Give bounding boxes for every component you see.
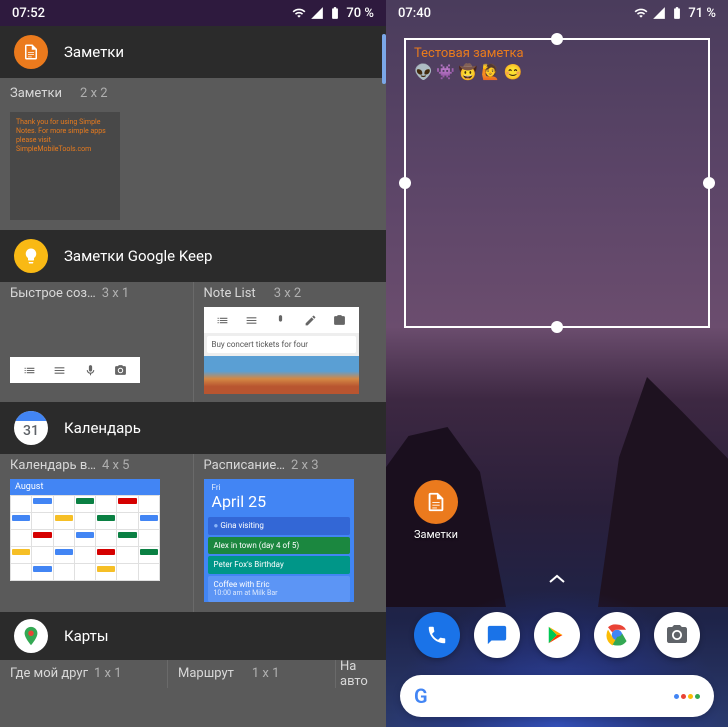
notes-app-icon	[414, 480, 458, 524]
maps-app-icon	[14, 619, 48, 653]
widget-name: Заметки	[10, 86, 62, 101]
phone-app-icon[interactable]	[414, 612, 460, 658]
keep-app-icon	[14, 239, 48, 273]
mic-icon	[84, 364, 97, 377]
widget-size: 1 x 1	[252, 666, 280, 681]
widget-size: 4 x 5	[102, 458, 130, 473]
widget-name: Note List	[204, 286, 256, 301]
widget-name: Маршрут	[178, 666, 234, 681]
signal-icon	[310, 6, 324, 20]
resize-handle-left[interactable]	[399, 177, 411, 189]
resize-handle-right[interactable]	[703, 177, 715, 189]
calendar-month-preview: August	[10, 479, 160, 581]
wifi-icon	[292, 6, 306, 20]
section-header-calendar: 31 Календарь	[0, 402, 386, 454]
widget-size: 1 x 1	[94, 666, 122, 681]
widget-item-notes[interactable]: Заметки 2 x 2	[0, 78, 386, 108]
app-label: Заметки	[414, 528, 458, 541]
status-icons: 71 %	[634, 6, 716, 21]
widget-item-maps-route[interactable]: Маршрут 1 x 1	[168, 660, 335, 688]
agenda-event: Peter Fox's Birthday	[208, 556, 350, 574]
camera-icon	[333, 314, 346, 327]
status-time: 07:40	[398, 6, 431, 21]
widget-item-calendar-view[interactable]: Календарь в… 4 x 5 August	[0, 454, 193, 612]
messages-app-icon[interactable]	[474, 612, 520, 658]
section-header-maps: Карты	[0, 612, 386, 660]
widget-item-keep-list[interactable]: Note List 3 x 2 Buy concert tickets for …	[194, 282, 387, 402]
battery-percent: 70 %	[346, 6, 374, 21]
app-drawer-arrow-icon[interactable]	[549, 572, 565, 588]
widget-name: Где мой друг	[10, 666, 88, 681]
widget-item-maps-friend[interactable]: Где мой друг 1 x 1	[0, 660, 167, 688]
dock	[386, 605, 728, 665]
widget-size: 3 x 1	[102, 286, 130, 301]
status-bar: 07:52 70 %	[0, 0, 386, 26]
resize-handle-top[interactable]	[551, 33, 563, 45]
notes-app-icon	[14, 35, 48, 69]
section-header-keep: Заметки Google Keep	[0, 230, 386, 282]
section-title: Календарь	[64, 419, 141, 437]
section-title: Заметки	[64, 43, 124, 61]
camera-icon	[114, 364, 127, 377]
google-logo-icon: G	[414, 684, 428, 708]
list-icon	[23, 364, 36, 377]
status-bar: 07:40 71 %	[386, 0, 728, 26]
widget-size: 3 x 2	[274, 286, 302, 301]
app-icon-notes[interactable]: Заметки	[414, 480, 458, 541]
calendar-date: 31	[23, 423, 39, 439]
keep-quick-toolbar	[10, 357, 140, 383]
status-icons: 70 %	[292, 6, 374, 21]
widget-item-keep-quick[interactable]: Быстрое соз… 3 x 1	[0, 282, 193, 402]
text-icon	[53, 364, 66, 377]
notes-widget-preview[interactable]: Thank you for using Simple Notes. For mo…	[10, 112, 120, 220]
section-header-notes: Заметки	[0, 26, 386, 78]
pencil-icon	[304, 314, 317, 327]
widget-name: На авто	[340, 659, 382, 689]
battery-icon	[328, 6, 342, 20]
widget-note-title: Тестовая заметка	[414, 46, 700, 61]
agenda-event: Coffee with Eric 10:00 am at Milk Bar	[208, 576, 350, 602]
widget-resize-frame[interactable]: Тестовая заметка 👽 👾 🤠 🙋 😊	[404, 38, 710, 328]
widget-name: Календарь в…	[10, 458, 96, 473]
camera-app-icon[interactable]	[654, 612, 700, 658]
agenda-day: Fri	[212, 483, 346, 492]
widget-note-emojis: 👽 👾 🤠 🙋 😊	[414, 63, 700, 81]
agenda-date: April 25	[212, 492, 346, 511]
widget-item-maps-auto[interactable]: На авто	[336, 660, 386, 688]
assistant-icon[interactable]	[674, 694, 700, 699]
keep-note-image	[204, 356, 359, 394]
text-icon	[245, 314, 258, 327]
keep-note-text: Buy concert tickets for four	[207, 336, 356, 353]
google-search-bar[interactable]: G	[400, 675, 714, 717]
battery-percent: 71 %	[688, 6, 716, 21]
section-title: Заметки Google Keep	[64, 247, 212, 265]
list-icon	[216, 314, 229, 327]
chrome-app-icon[interactable]	[594, 612, 640, 658]
widget-size: 2 x 2	[80, 86, 108, 101]
widget-name: Быстрое соз…	[10, 286, 96, 301]
signal-icon	[652, 6, 666, 20]
mic-icon	[274, 314, 287, 327]
agenda-event: ● Gina visiting	[208, 517, 350, 535]
calendar-app-icon: 31	[14, 411, 48, 445]
keep-list-preview: Buy concert tickets for four	[204, 307, 359, 394]
agenda-preview: Fri April 25 ● Gina visiting Alex in tow…	[204, 479, 354, 602]
status-time: 07:52	[12, 6, 45, 21]
resize-handle-bottom[interactable]	[551, 321, 563, 333]
battery-icon	[670, 6, 684, 20]
widget-size: 2 x 3	[291, 458, 319, 473]
play-store-app-icon[interactable]	[534, 612, 580, 658]
widget-item-calendar-agenda[interactable]: Расписание… 2 x 3 Fri April 25 ● Gina vi…	[194, 454, 387, 612]
wifi-icon	[634, 6, 648, 20]
agenda-event: Alex in town (day 4 of 5)	[208, 537, 350, 555]
calendar-month: August	[10, 479, 160, 495]
section-title: Карты	[64, 627, 109, 645]
widget-name: Расписание…	[204, 458, 285, 473]
